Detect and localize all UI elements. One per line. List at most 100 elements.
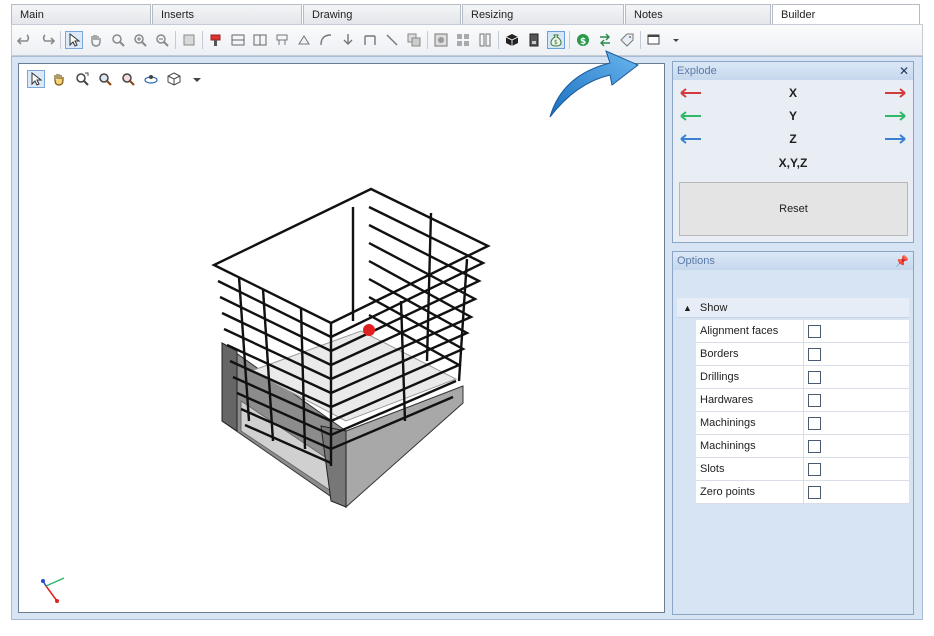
chevron-down-icon [673,39,679,42]
arrow-right-icon [884,111,906,121]
main-toolbar: $ $ [11,24,923,56]
redo-button[interactable] [38,31,56,49]
callout-arrow [549,50,639,118]
option-row: Zero points [696,480,909,504]
arrow-left-icon [680,134,701,144]
divider-button[interactable] [251,31,269,49]
zoom-window-button[interactable] [109,31,127,49]
hardware-icon [298,35,310,45]
divider-icon [253,34,267,46]
tab-notes[interactable]: Notes [625,4,771,24]
axis-gizmo [41,577,65,603]
option-checkbox[interactable] [808,416,821,430]
toolbar-separator [202,31,203,49]
fitting-button[interactable] [273,31,291,49]
shelf-button[interactable] [229,31,247,49]
option-label: Slots [696,457,804,481]
explode-x-minus-button[interactable] [679,86,703,100]
option-checkbox[interactable] [808,393,821,407]
profile-button[interactable] [317,31,335,49]
option-checkbox[interactable] [808,370,821,384]
pin-icon[interactable]: 📌 [895,255,909,268]
panel-button[interactable] [180,31,198,49]
option-checkbox[interactable] [808,324,821,338]
close-icon[interactable]: ✕ [899,64,909,78]
drill-button[interactable] [207,31,225,49]
profile-icon [320,34,332,46]
explode-body: X Y Z X,Y,Z Reset [673,80,913,242]
option-row: Slots [696,457,909,481]
option-checkbox[interactable] [808,485,821,499]
toolbar-separator [427,31,428,49]
zoom-window-icon [112,34,125,47]
explode-y-plus-button[interactable] [883,109,907,123]
option-row: Borders [696,342,909,366]
grid-icon [457,34,469,46]
option-checkbox[interactable] [808,462,821,476]
drill-icon [210,34,221,46]
explode-row-xyz[interactable]: X,Y,Z [673,152,913,174]
option-label: Borders [696,342,804,366]
explode-x-label: X [788,86,797,100]
option-row: Machinings [696,434,909,458]
select-tool-button[interactable] [65,31,83,49]
cursor-icon [69,32,81,47]
render-icon [434,33,448,47]
show-group-header[interactable]: ▲ Show [677,298,909,318]
zoom-in-icon [134,34,147,47]
3d-viewport[interactable] [18,63,665,613]
option-label: Hardwares [696,388,804,412]
explode-panel-title: Explode [677,65,717,77]
explode-y-minus-button[interactable] [679,109,703,123]
layers-button[interactable] [405,31,423,49]
hardware-button[interactable] [295,31,313,49]
line-button[interactable] [383,31,401,49]
explode-z-minus-button[interactable] [679,132,703,146]
box-3d-button[interactable] [503,31,521,49]
show-group-label: Show [699,301,728,314]
option-label: Alignment faces [696,319,804,343]
toolbar-separator [60,31,61,49]
render-button[interactable] [432,31,450,49]
tab-drawing[interactable]: Drawing [303,4,461,24]
tab-inserts[interactable]: Inserts [152,4,302,24]
explode-x-plus-button[interactable] [883,86,907,100]
zoom-in-button[interactable] [131,31,149,49]
selection-marker[interactable] [363,324,375,336]
frame-icon [364,35,376,45]
option-checkbox[interactable] [808,347,821,361]
window-dropdown-button[interactable] [667,31,685,49]
tab-builder[interactable]: Builder [772,4,920,24]
options-body: ▲ Show Alignment faces Borders Drillings… [673,270,913,614]
option-row: Hardwares [696,388,909,412]
fitting-icon [276,34,288,45]
redo-icon [42,34,55,45]
options-panel: Options 📌 ▲ Show Alignment faces Borders… [672,251,914,615]
arrow-left-icon [680,111,701,121]
lower-button[interactable] [339,31,357,49]
options-panel-header: Options 📌 [673,252,913,270]
zoom-out-icon [156,34,169,47]
zoom-out-button[interactable] [153,31,171,49]
arrow-right-icon [884,88,906,98]
arrow-right-icon [885,134,906,144]
undo-button[interactable] [16,31,34,49]
explode-z-label: Z [789,132,797,146]
explode-z-plus-button[interactable] [883,132,907,146]
columns-icon [479,33,491,47]
model-scene [41,187,491,603]
hand-icon [91,35,101,47]
reset-button[interactable]: Reset [679,182,908,236]
explode-row-y: Y [673,105,913,127]
ribbon-tabs: Main Inserts Drawing Resizing Notes Buil… [11,4,923,24]
frame-button[interactable] [361,31,379,49]
explode-row-z: Z [673,128,913,150]
tab-main[interactable]: Main [11,4,151,24]
pan-button[interactable] [87,31,105,49]
option-row: Drillings [696,365,909,389]
explode-panel: Explode ✕ X Y Z X,Y,Z Reset [672,61,914,243]
option-checkbox[interactable] [808,439,821,453]
grid-button[interactable] [454,31,472,49]
tab-resizing[interactable]: Resizing [462,4,624,24]
columns-button[interactable] [476,31,494,49]
